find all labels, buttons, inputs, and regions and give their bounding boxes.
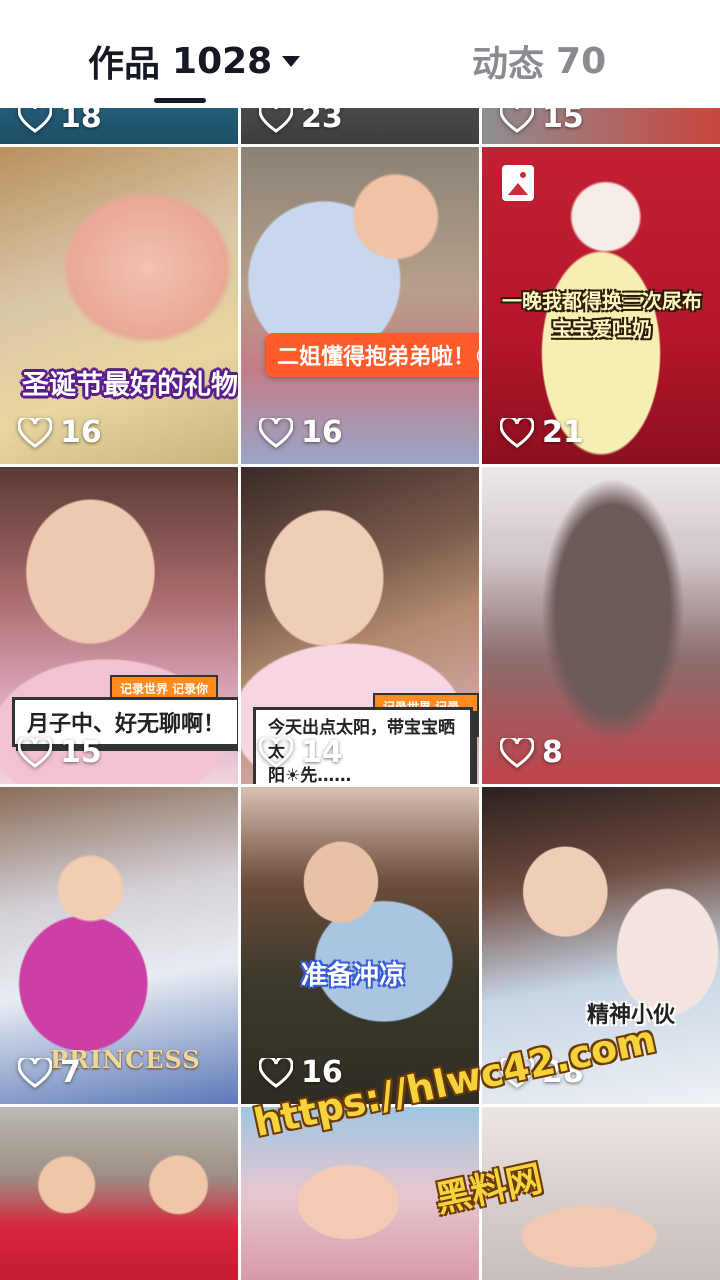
video-tile[interactable]: 准备冲凉 16	[241, 787, 479, 1104]
photo-icon	[502, 165, 534, 201]
caret-down-icon[interactable]	[282, 55, 301, 67]
like-count: 8	[500, 735, 563, 770]
heart-icon	[18, 737, 52, 768]
heart-icon	[259, 1057, 293, 1088]
tab-works-label: 作品	[88, 44, 161, 85]
tab-moments-count: 70	[556, 40, 607, 82]
heart-icon	[18, 1057, 52, 1088]
video-caption: 二姐懂得抱弟弟啦！😊	[265, 333, 479, 377]
tab-moments-label: 动态	[472, 44, 545, 85]
video-tile[interactable]: 记录世界 记录你 今天出点太阳，带宝宝晒太 阳☀先…… 14	[241, 467, 479, 784]
like-count: 14	[259, 735, 343, 770]
heart-icon	[259, 417, 293, 448]
like-count: 21	[500, 415, 584, 450]
like-count: 16	[18, 415, 102, 450]
video-tile[interactable]: PRINCESS 7	[0, 787, 238, 1104]
video-caption: 准备冲凉	[301, 961, 406, 991]
video-tile[interactable]: 圣诞节最好的礼物 16	[0, 147, 238, 464]
tab-works-count: 1028	[172, 40, 273, 82]
video-tile[interactable]: 记录世界 记录你 月子中、好无聊啊！ 15	[0, 467, 238, 784]
like-count: 16	[259, 415, 343, 450]
tab-works[interactable]: 作品 1028	[88, 36, 301, 86]
video-caption: 一晚我都得换三次尿布 宝宝爱吐奶	[502, 289, 702, 341]
video-tile[interactable]	[0, 1107, 238, 1280]
video-caption: 圣诞节最好的礼物	[22, 370, 238, 401]
like-count: 7	[18, 1055, 81, 1090]
tab-moments[interactable]: 动态 70	[472, 36, 606, 86]
like-count: 15	[18, 735, 102, 770]
video-tile[interactable]: 一晚我都得换三次尿布 宝宝爱吐奶 21	[482, 147, 720, 464]
profile-tab-bar: 作品 1028 动态 70	[0, 0, 720, 108]
video-tile[interactable]: 8	[482, 467, 720, 784]
heart-icon	[259, 737, 293, 768]
heart-icon	[500, 737, 534, 768]
heart-icon	[500, 417, 534, 448]
heart-icon	[18, 417, 52, 448]
active-tab-indicator	[154, 98, 206, 103]
video-tile[interactable]: 二姐懂得抱弟弟啦！😊 16	[241, 147, 479, 464]
